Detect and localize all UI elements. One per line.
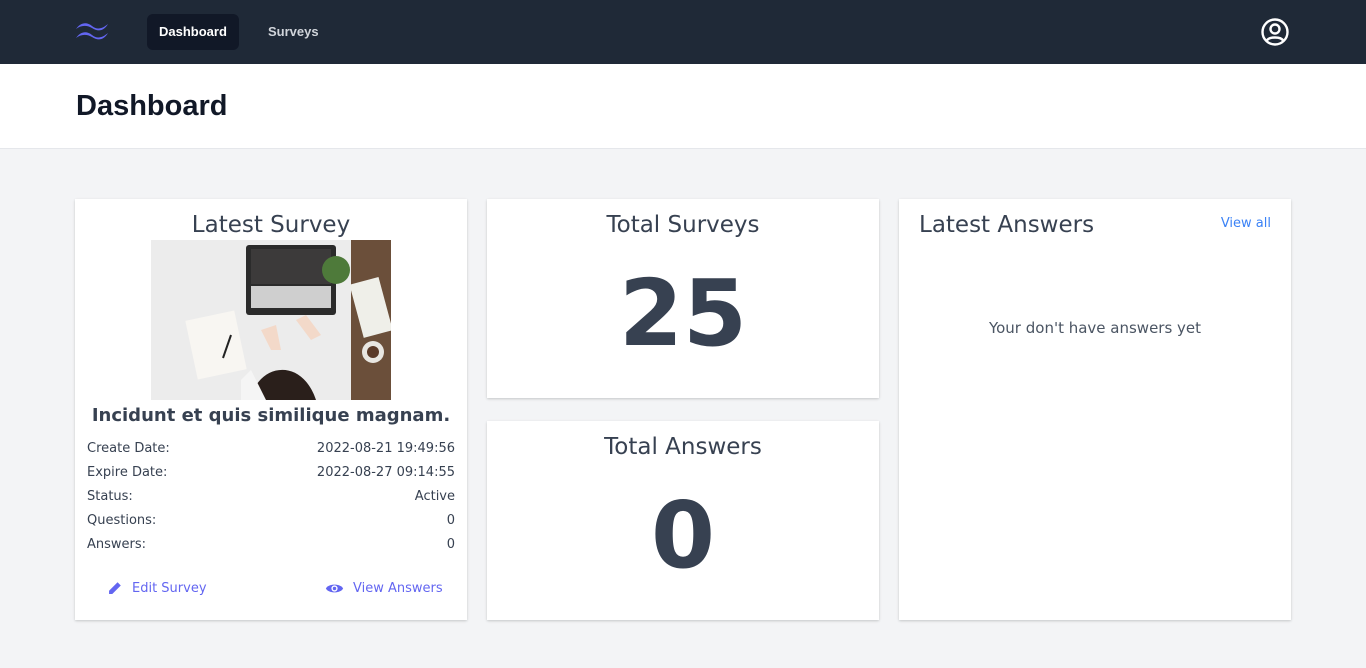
laptop-desk-image [151,240,391,400]
survey-name[interactable]: Incidunt et quis similique magnam. [75,405,467,426]
create-date-label: Create Date: [87,441,170,456]
page-title: Dashboard [76,90,228,122]
eye-icon [325,584,344,592]
empty-answers-message: Your don't have answers yet [988,319,1202,337]
answers-value: 0 [446,537,455,552]
top-nav: Dashboard Surveys [0,0,1366,64]
total-answers-card: Total Answers 0 [487,421,879,620]
latest-answers-card: Latest Answers View all Your don't have … [899,199,1291,620]
status-label: Status: [87,489,133,504]
logo-icon[interactable] [75,20,109,42]
nav-surveys-link[interactable]: Surveys [256,14,331,50]
total-surveys-card: Total Surveys 25 [487,199,879,398]
view-answers-label: View Answers [353,580,443,596]
answers-label: Answers: [87,537,147,552]
page-header: Dashboard [0,64,1366,149]
expire-date-label: Expire Date: [87,465,168,480]
user-profile-icon[interactable] [1260,17,1290,47]
questions-row: Questions: 0 [87,513,455,533]
expire-date-row: Expire Date: 2022-08-27 09:14:55 [87,465,455,485]
total-surveys-value: 25 [618,260,748,367]
nav-dashboard-link[interactable]: Dashboard [147,14,239,50]
latest-survey-title: Latest Survey [191,212,351,238]
latest-answers-title: Latest Answers [919,212,1095,238]
create-date-value: 2022-08-21 19:49:56 [316,441,455,456]
total-answers-value: 0 [650,482,715,589]
latest-survey-card: Latest Survey Incidunt et quis similique… [75,199,467,620]
pencil-icon [109,581,121,594]
expire-date-value: 2022-08-27 09:14:55 [316,465,455,480]
create-date-row: Create Date: 2022-08-21 19:49:56 [87,441,455,461]
view-all-link[interactable]: View all [1221,216,1271,231]
status-row: Status: Active [87,489,455,509]
questions-label: Questions: [87,513,157,528]
total-answers-title: Total Answers [604,434,762,460]
edit-survey-button[interactable]: Edit Survey [106,578,207,598]
answers-row: Answers: 0 [87,537,455,557]
status-value: Active [414,489,455,504]
questions-value: 0 [446,513,455,528]
view-answers-button[interactable]: View Answers [325,578,443,598]
edit-survey-label: Edit Survey [132,580,207,596]
total-surveys-title: Total Surveys [606,212,760,238]
survey-image [151,240,391,400]
